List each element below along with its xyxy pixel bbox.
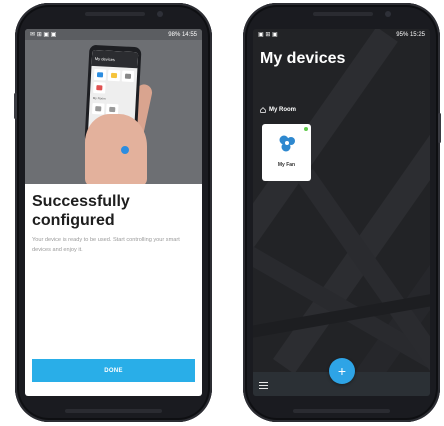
description-text: Your device is ready to be used. Start c… bbox=[32, 237, 180, 253]
device-name: My Fan bbox=[277, 162, 296, 168]
touch-indicator bbox=[121, 146, 129, 154]
device-card-my-fan[interactable]: My Fan bbox=[262, 124, 311, 181]
phone-frame-left: ✉ ⊞ ▣ ▣ 98% 14:55 My devices My Room Suc… bbox=[14, 3, 212, 422]
status-icons-left: ▣ ⊞ ▣ bbox=[258, 32, 278, 38]
status-icons-left: ✉ ⊞ ▣ ▣ bbox=[30, 32, 57, 38]
hero-phone-grid bbox=[90, 66, 138, 98]
status-bar: ▣ ⊞ ▣ 95% 15:25 bbox=[253, 29, 430, 40]
page-title: My devices bbox=[260, 50, 346, 67]
camera-icon bbox=[385, 11, 391, 17]
speaker-grille bbox=[313, 12, 373, 16]
power-button bbox=[438, 113, 441, 143]
room-label: My Room bbox=[269, 107, 296, 113]
volume-button bbox=[14, 93, 17, 119]
status-clock: 98% 14:55 bbox=[168, 31, 197, 38]
hand-illustration bbox=[85, 114, 147, 186]
speaker-grille bbox=[85, 12, 145, 16]
confirmation-panel: Successfully configured Your device is r… bbox=[25, 184, 202, 396]
bottom-bezel bbox=[65, 409, 162, 413]
page-title: Successfully configured bbox=[32, 193, 130, 229]
hero-illustration: ✉ ⊞ ▣ ▣ 98% 14:55 My devices My Room bbox=[25, 29, 202, 186]
camera-icon bbox=[157, 11, 163, 17]
menu-icon[interactable] bbox=[259, 382, 268, 389]
status-clock: 95% 15:25 bbox=[396, 31, 425, 38]
bottom-bezel bbox=[293, 409, 390, 413]
fan-icon bbox=[279, 135, 295, 152]
screen-left: ✉ ⊞ ▣ ▣ 98% 14:55 My devices My Room Suc… bbox=[25, 29, 202, 396]
status-bar: ✉ ⊞ ▣ ▣ 98% 14:55 bbox=[25, 29, 202, 40]
done-button[interactable]: DONE bbox=[32, 359, 195, 382]
room-header: My Room bbox=[260, 107, 296, 113]
online-status-icon bbox=[304, 127, 308, 131]
add-device-button[interactable]: + bbox=[329, 358, 355, 384]
home-icon bbox=[260, 107, 266, 113]
dark-background bbox=[253, 29, 430, 396]
phone-frame-right: ▣ ⊞ ▣ 95% 15:25 My devices My Room My Fa… bbox=[243, 3, 441, 422]
screen-right: ▣ ⊞ ▣ 95% 15:25 My devices My Room My Fa… bbox=[253, 29, 430, 396]
